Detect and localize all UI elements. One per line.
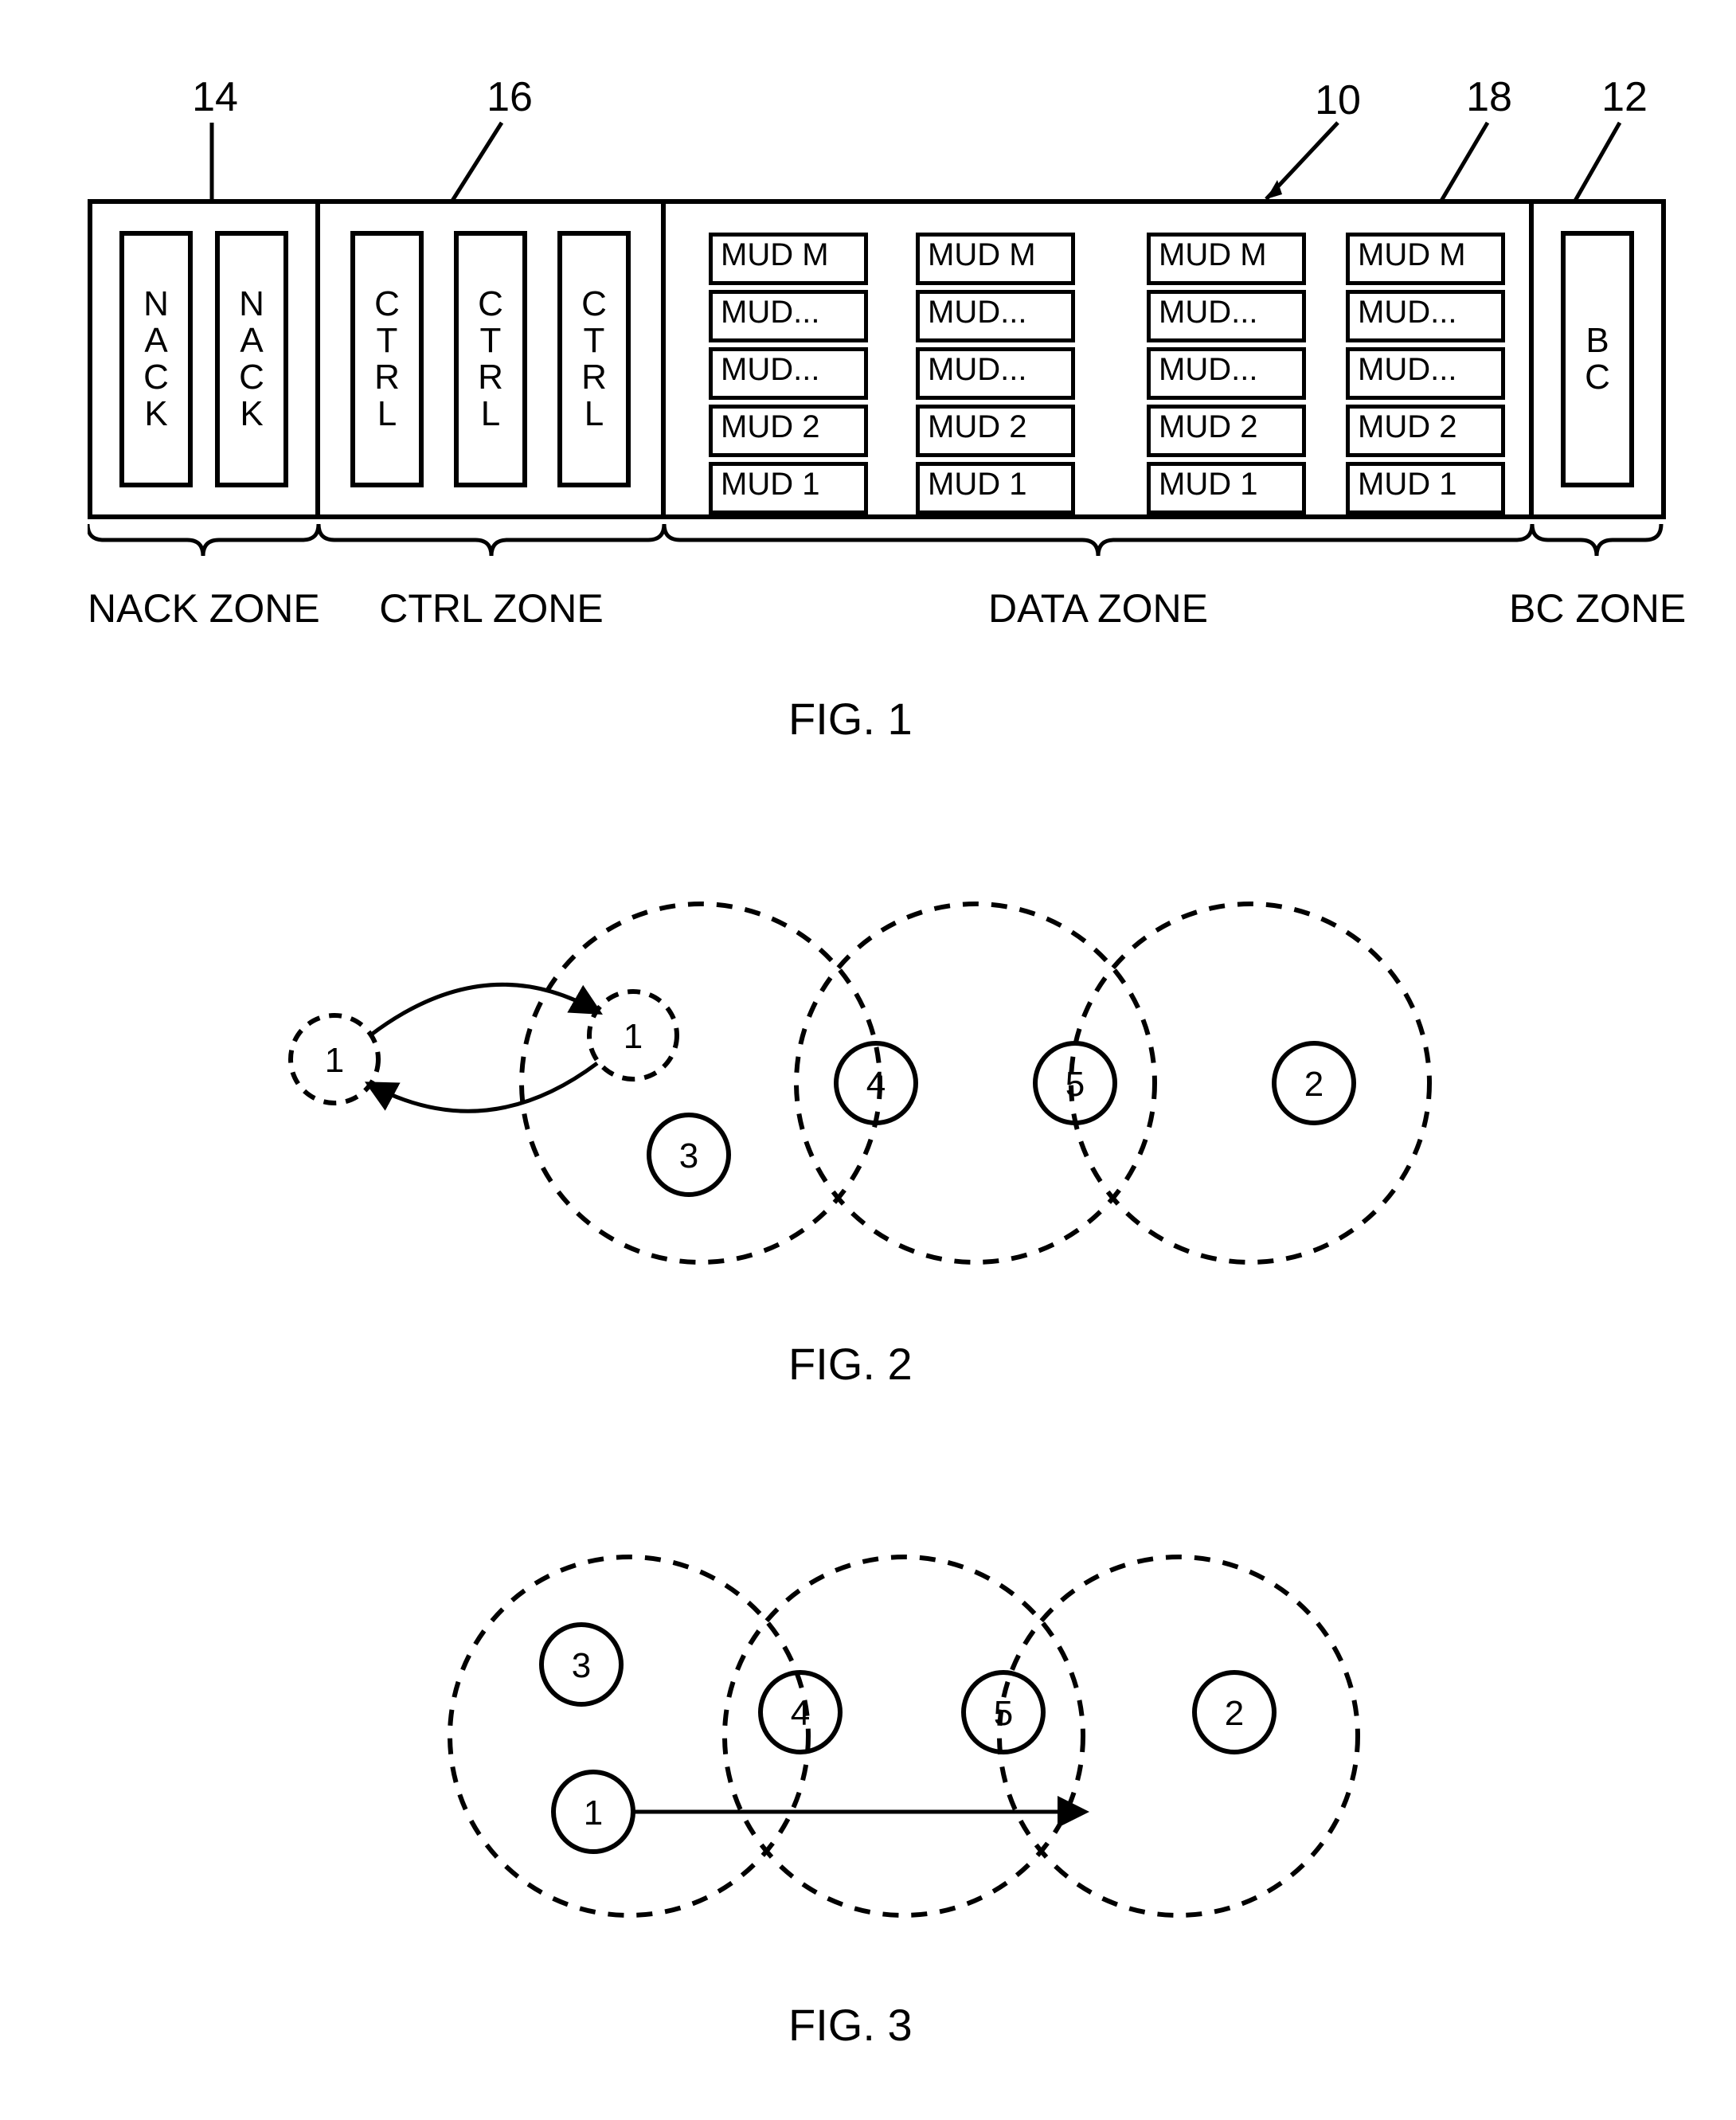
fig3-node-1: 1 (584, 1793, 603, 1833)
zone-label-data: DATA ZONE (664, 585, 1532, 632)
mud-cell: MUD 2 (1346, 405, 1505, 457)
fig2-node-1-left: 1 (325, 1041, 344, 1080)
ctrl-slot-2-label: CTRL (478, 286, 503, 433)
bc-slot: BC (1561, 231, 1634, 487)
fig2-node-5: 5 (1065, 1065, 1085, 1104)
fig3-svg: 3 1 4 5 2 (422, 1529, 1378, 1943)
mud-cell: MUD M (1346, 233, 1505, 285)
fig2-node-4: 4 (866, 1065, 886, 1104)
fig2-node-1-right: 1 (624, 1017, 643, 1056)
mud-cell: MUD M (1147, 233, 1306, 285)
fig2-node-2: 2 (1304, 1065, 1324, 1104)
fig2-svg: 1 1 3 4 5 2 (247, 876, 1489, 1290)
zone-label-nack: NACK ZONE (88, 585, 319, 632)
nack-slot-1: NACK (119, 231, 193, 487)
fig3-node-4: 4 (791, 1694, 810, 1733)
mud-cell: MUD... (1346, 347, 1505, 400)
mud-cell: MUD 1 (1346, 462, 1505, 514)
mud-cell: MUD... (709, 347, 868, 400)
mud-col-1: MUD M MUD... MUD... MUD 2 MUD 1 (709, 233, 868, 519)
divider-ctrl-data (661, 199, 666, 514)
mud-cell: MUD 1 (916, 462, 1075, 514)
divider-data-bc (1529, 199, 1534, 514)
mud-cell: MUD M (916, 233, 1075, 285)
ctrl-slot-3: CTRL (557, 231, 631, 487)
mud-cell: MUD... (709, 290, 868, 342)
ctrl-slot-1: CTRL (350, 231, 424, 487)
mud-cell: MUD 2 (1147, 405, 1306, 457)
ctrl-slot-2: CTRL (454, 231, 527, 487)
mud-cell: MUD M (709, 233, 868, 285)
divider-nack-ctrl (315, 199, 320, 514)
mud-cell: MUD... (916, 347, 1075, 400)
ctrl-slot-1-label: CTRL (374, 286, 400, 433)
fig3-caption: FIG. 3 (788, 1999, 913, 2051)
zone-braces (88, 518, 1664, 581)
nack-slot-2: NACK (215, 231, 288, 487)
fig2-caption: FIG. 2 (788, 1338, 913, 1390)
mud-cell: MUD 1 (709, 462, 868, 514)
mud-cell: MUD... (1147, 290, 1306, 342)
fig3-node-5: 5 (994, 1694, 1013, 1733)
zone-label-ctrl: CTRL ZONE (319, 585, 664, 632)
zone-label-bc: BC ZONE (1509, 585, 1684, 632)
nack-slot-2-label: NACK (239, 286, 264, 433)
mud-cell: MUD... (1147, 347, 1306, 400)
mud-cell: MUD 1 (1147, 462, 1306, 514)
fig1-caption: FIG. 1 (788, 693, 913, 745)
mud-col-2: MUD M MUD... MUD... MUD 2 MUD 1 (916, 233, 1075, 519)
fig3-node-2: 2 (1225, 1694, 1244, 1733)
bc-slot-label: BC (1585, 323, 1610, 396)
mud-cell: MUD... (916, 290, 1075, 342)
mud-col-3: MUD M MUD... MUD... MUD 2 MUD 1 (1147, 233, 1306, 519)
mud-cell: MUD 2 (709, 405, 868, 457)
ctrl-slot-3-label: CTRL (581, 286, 607, 433)
fig2-node-3: 3 (679, 1136, 698, 1175)
mud-cell: MUD 2 (916, 405, 1075, 457)
mud-cell: MUD... (1346, 290, 1505, 342)
nack-slot-1-label: NACK (143, 286, 169, 433)
mud-col-4: MUD M MUD... MUD... MUD 2 MUD 1 (1346, 233, 1505, 519)
fig3-node-3: 3 (572, 1646, 591, 1685)
